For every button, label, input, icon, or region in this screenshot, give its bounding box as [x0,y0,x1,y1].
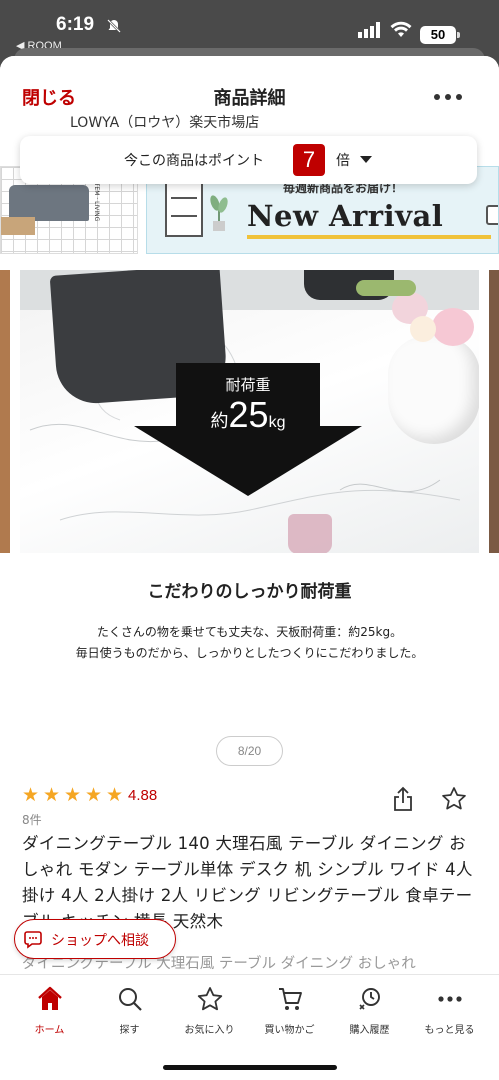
load-number: 25 [228,394,269,435]
points-card[interactable]: 今この商品はポイント 7 倍 [20,136,477,184]
glass [288,514,332,553]
battery-indicator: 50 [420,26,460,44]
chat-bubble-icon [24,931,42,949]
more-icon [438,996,462,1002]
star-icon: ★ [43,784,61,806]
favorite-star-icon[interactable] [441,786,467,812]
flower [410,316,436,342]
caret-down-icon[interactable] [360,156,372,163]
banner-side-text: ITEM · LIVING [93,181,100,222]
star-rating: ★ ★ ★ ★ ★ [22,785,127,805]
feature-description-line1: たくさんの物を乗せても丈夫な、天板耐荷重：約25kg。 [96,625,403,639]
review-count[interactable]: 8件 [22,811,42,828]
feature-title: こだわりのしっかり耐荷重 [147,582,352,602]
shop-name-partial: LOWYA（ロウヤ）楽天市場店 [70,115,260,131]
rating-row[interactable]: ★ ★ ★ ★ ★ 4.88 [22,785,157,807]
points-label: 今この商品はポイント [124,153,264,169]
bell-off-icon [107,19,121,33]
tab-label: ホーム [34,1025,65,1036]
points-multiplier-badge: 7 [293,144,325,176]
product-image[interactable]: 耐荷重 約25kg [20,270,479,553]
shop-consult-label: ショップへ相談 [51,933,149,949]
home-indicator[interactable] [163,1065,337,1070]
prev-image-peek[interactable] [0,270,10,553]
drawer-illustration [165,177,203,237]
image-page-indicator: 8/20 [216,736,283,766]
load-unit: kg [268,414,286,431]
tab-cart[interactable]: 買い物かご [248,983,331,1043]
shop-consult-button[interactable]: ショップへ相談 [14,919,176,959]
more-options-icon[interactable] [434,94,462,100]
tab-home[interactable]: ホーム [8,983,91,1043]
vase [388,336,479,444]
flower [432,308,474,346]
feature-description-line2: 毎日使うものだから、しっかりとしたつくりにこだわりました。 [75,646,424,660]
tab-favorites[interactable]: お気に入り [168,983,251,1043]
load-capacity-label: 耐荷重 [225,376,271,394]
tab-label: お気に入り [184,1025,235,1036]
history-icon [359,988,380,1010]
tab-label: 購入履歴 [349,1025,390,1036]
flower [356,280,416,296]
banner-corner-graphic [486,205,498,225]
product-detail-sheet: 閉じる 商品詳細 LOWYA（ロウヤ）楽天市場店 ITEM · LIVING 毎… [0,56,499,1080]
tab-label: 買い物かご [264,1025,315,1036]
plant-icon [210,195,228,231]
star-icon [197,987,223,1011]
load-capacity-value: 約25kg [176,394,320,436]
tab-purchase-history[interactable]: 購入履歴 [328,983,411,1043]
star-icon: ★ [106,784,124,806]
sofa-illustration [9,185,89,221]
table-illustration [1,217,35,235]
next-image-peek[interactable] [489,270,499,553]
points-unit: 倍 [336,153,350,169]
star-icon: ★ [22,784,40,806]
bottom-tab-bar: ホーム 探す お気に入り 買い物かご 購入履歴 もっと見る [0,974,499,1080]
rating-value: 4.88 [128,787,158,804]
page-title: 商品詳細 [213,88,286,109]
tab-label: 探す [119,1025,140,1036]
load-arrow-head [134,426,362,496]
cart-icon [279,988,302,1010]
star-icon: ★ [64,784,82,806]
home-icon [38,986,62,1010]
share-icon[interactable] [392,786,414,812]
search-icon [119,988,142,1011]
cellular-signal-icon [358,22,380,38]
tab-more[interactable]: もっと見る [408,983,491,1043]
banner-underline [247,235,491,239]
load-prefix: 約 [210,411,229,432]
banner-headline: New Arrival [247,199,444,233]
star-icon: ★ [85,784,103,806]
tab-label: もっと見る [424,1025,475,1036]
status-time: 6:19 [56,14,95,35]
wifi-icon [390,21,412,37]
tab-search[interactable]: 探す [88,983,171,1043]
